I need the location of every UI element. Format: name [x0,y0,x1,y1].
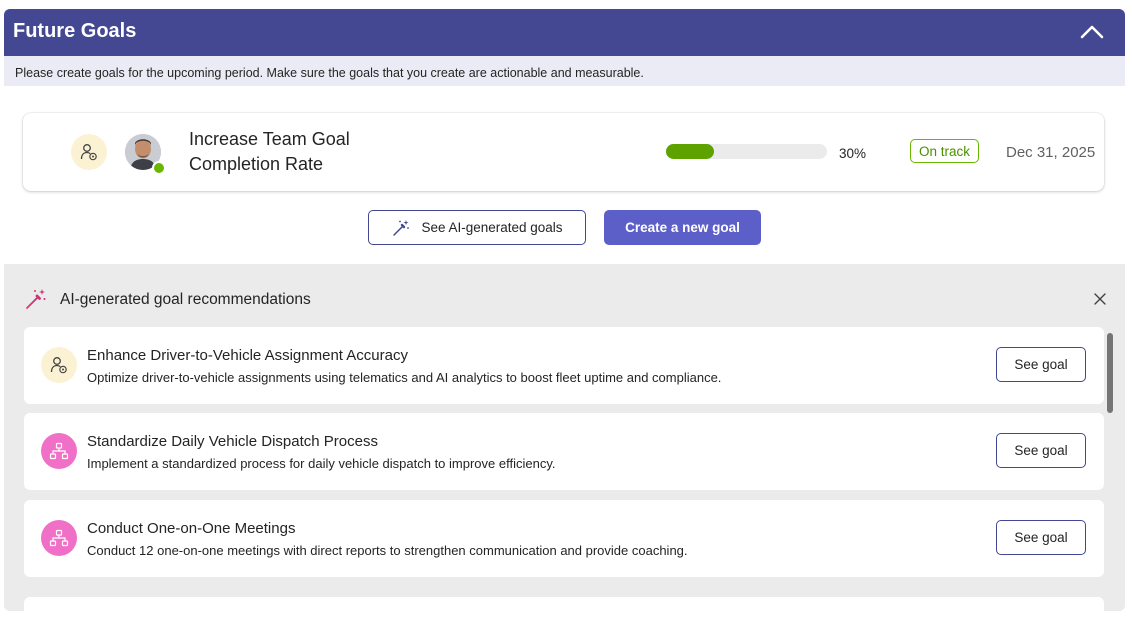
due-date: Dec 31, 2025 [1006,144,1096,161]
see-ai-generated-goals-button[interactable]: See AI-generated goals [368,210,586,245]
presence-available-indicator [152,161,166,175]
recommendation-description: Implement a standardized process for dai… [87,456,556,471]
goal-title[interactable]: Increase Team Goal Completion Rate [189,127,379,177]
recommendation-title: Conduct One-on-One Meetings [87,520,296,537]
see-goal-button[interactable]: See goal [996,520,1086,555]
close-icon[interactable] [1093,292,1107,306]
person-target-icon [71,134,107,170]
recommendation-card[interactable]: Enhance Driver-to-Vehicle Assignment Acc… [24,327,1104,404]
org-chart-icon [41,433,77,469]
recommendation-title: Enhance Driver-to-Vehicle Assignment Acc… [87,347,408,364]
recommendation-card[interactable]: Standardize Daily Vehicle Dispatch Proce… [24,413,1104,490]
status-badge: On track [910,139,979,163]
instructions-text: Please create goals for the upcoming per… [15,66,644,80]
scrollbar-thumb[interactable] [1107,333,1113,413]
goal-card[interactable]: Increase Team Goal Completion Rate 30% O… [23,113,1104,191]
progress-bar [666,144,827,159]
see-ai-generated-goals-label: See AI-generated goals [421,220,563,235]
person-target-icon [41,347,77,383]
recommendation-card-partial [24,597,1104,611]
panel-header: Future Goals [4,9,1125,56]
progress-percent: 30% [839,146,867,161]
chevron-up-icon[interactable] [1079,22,1105,42]
recommendation-description: Conduct 12 one-on-one meetings with dire… [87,543,688,558]
ai-recommendations-section: AI-generated goal recommendations Enhanc… [4,264,1125,611]
create-new-goal-button[interactable]: Create a new goal [604,210,761,245]
panel-title: Future Goals [13,20,137,42]
recommendations-title: AI-generated goal recommendations [60,291,311,308]
magic-wand-icon [391,218,411,238]
progress-fill [666,144,715,159]
org-chart-icon [41,520,77,556]
goal-area: Increase Team Goal Completion Rate 30% O… [4,86,1125,264]
recommendation-description: Optimize driver-to-vehicle assignments u… [87,370,722,385]
magic-wand-icon [24,287,48,311]
recommendation-card[interactable]: Conduct One-on-One Meetings Conduct 12 o… [24,500,1104,577]
instructions-bar: Please create goals for the upcoming per… [4,56,1125,86]
see-goal-button[interactable]: See goal [996,433,1086,468]
see-goal-button[interactable]: See goal [996,347,1086,382]
future-goals-panel: Future Goals Please create goals for the… [4,9,1125,611]
recommendation-title: Standardize Daily Vehicle Dispatch Proce… [87,433,378,450]
